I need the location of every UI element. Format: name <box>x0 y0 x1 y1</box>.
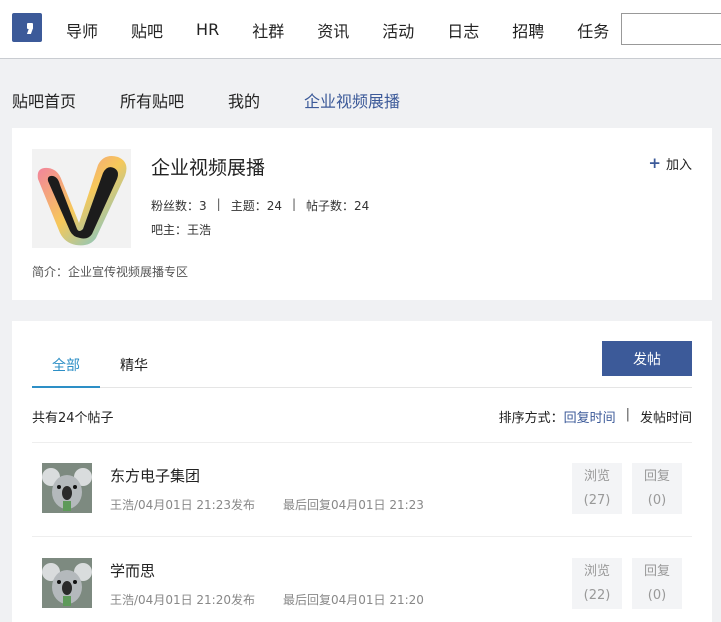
views-label: 浏览 <box>583 469 610 484</box>
forum-intro: 简介：企业宣传视频展播专区 <box>32 265 189 279</box>
posts-panel: 全部 精华 发帖 共有24个帖子 排序方式： 回复时间 | 发帖时间 东方电子集… <box>12 321 712 622</box>
forum-subnav: 贴吧首页 所有贴吧 我的 企业视频展播 <box>12 80 444 120</box>
join-label: 加入 <box>665 158 692 173</box>
sort-by-post-time[interactable]: 发帖时间 <box>640 407 692 426</box>
active-tab-indicator <box>32 386 100 388</box>
avatar[interactable] <box>42 463 92 513</box>
stats-divider: | <box>291 197 297 211</box>
post-meta: 王浩/04月01日 21:20发布 最后回复04月01日 21:20 <box>110 591 424 608</box>
topics-count: 主题：24 <box>230 199 282 213</box>
nav-item-jobs[interactable]: 招聘 <box>512 18 544 42</box>
views-count: (22) <box>583 588 611 603</box>
new-post-button[interactable]: 发帖 <box>602 341 692 376</box>
sort-divider: | <box>625 407 630 422</box>
subnav-current-forum[interactable]: 企业视频展播 <box>304 88 400 112</box>
subnav-all-forums[interactable]: 所有贴吧 <box>120 88 184 112</box>
post-tabs: 全部 精华 <box>32 343 692 388</box>
nav-item-hr[interactable]: HR <box>196 20 219 39</box>
nav-item-community[interactable]: 社群 <box>252 18 284 42</box>
views-count: (27) <box>583 493 611 508</box>
forum-header-card: 企业视频展播 + 加入 粉丝数：3 | 主题：24 | 帖子数：24 吧主：王浩… <box>12 128 712 300</box>
tab-featured[interactable]: 精华 <box>120 355 148 375</box>
main-nav: 导师 贴吧 HR 社群 资讯 活动 日志 招聘 任务 <box>66 0 642 59</box>
posts-count: 帖子数：24 <box>306 199 370 213</box>
nav-item-events[interactable]: 活动 <box>382 18 414 42</box>
nav-item-logs[interactable]: 日志 <box>447 18 479 42</box>
views-badge: 浏览 (22) <box>572 558 622 609</box>
forum-logo-icon <box>32 149 131 248</box>
replies-count: (0) <box>647 493 667 508</box>
search-input[interactable] <box>621 13 721 45</box>
logo-comma-icon <box>27 23 33 33</box>
post-last-reply: 最后回复04月01日 21:23 <box>282 498 424 512</box>
post-row[interactable]: 学而思 王浩/04月01日 21:20发布 最后回复04月01日 21:20 浏… <box>32 538 692 622</box>
subnav-forum-home[interactable]: 贴吧首页 <box>12 88 76 112</box>
top-nav-bar: 导师 贴吧 HR 社群 资讯 活动 日志 招聘 任务 <box>0 0 721 59</box>
plus-icon: + <box>648 154 661 172</box>
tab-all[interactable]: 全部 <box>52 355 80 375</box>
sort-options: 排序方式： 回复时间 | 发帖时间 <box>499 407 692 426</box>
post-author-time: 王浩/04月01日 21:20发布 <box>110 593 255 607</box>
replies-badge: 回复 (0) <box>632 558 682 609</box>
views-label: 浏览 <box>583 564 610 579</box>
nav-item-forum[interactable]: 贴吧 <box>131 18 163 42</box>
views-badge: 浏览 (27) <box>572 463 622 514</box>
site-logo[interactable] <box>12 13 42 42</box>
post-meta: 王浩/04月01日 21:23发布 最后回复04月01日 21:23 <box>110 496 424 513</box>
post-row[interactable]: 东方电子集团 王浩/04月01日 21:23发布 最后回复04月01日 21:2… <box>32 443 692 537</box>
post-title[interactable]: 学而思 <box>110 560 155 581</box>
replies-count: (0) <box>647 588 667 603</box>
fans-count: 粉丝数：3 <box>151 199 207 213</box>
replies-badge: 回复 (0) <box>632 463 682 514</box>
post-author-time: 王浩/04月01日 21:23发布 <box>110 498 255 512</box>
nav-item-mentor[interactable]: 导师 <box>66 18 98 42</box>
replies-label: 回复 <box>643 564 670 579</box>
forum-owner: 吧主：王浩 <box>151 223 212 237</box>
post-total: 共有24个帖子 <box>32 411 114 426</box>
stats-divider: | <box>216 197 221 211</box>
sort-label: 排序方式： <box>498 411 564 426</box>
avatar[interactable] <box>42 558 92 608</box>
nav-item-tasks[interactable]: 任务 <box>577 18 609 42</box>
subnav-mine[interactable]: 我的 <box>228 88 260 112</box>
sort-by-reply-time[interactable]: 回复时间 <box>564 407 616 426</box>
replies-label: 回复 <box>643 469 670 484</box>
forum-stats: 粉丝数：3 | 主题：24 | 帖子数：24 <box>151 197 369 214</box>
nav-item-news[interactable]: 资讯 <box>317 18 349 42</box>
post-last-reply: 最后回复04月01日 21:20 <box>282 593 424 607</box>
post-title[interactable]: 东方电子集团 <box>110 465 200 486</box>
join-forum-button[interactable]: + 加入 <box>648 154 692 174</box>
forum-name: 企业视频展播 <box>151 157 266 179</box>
